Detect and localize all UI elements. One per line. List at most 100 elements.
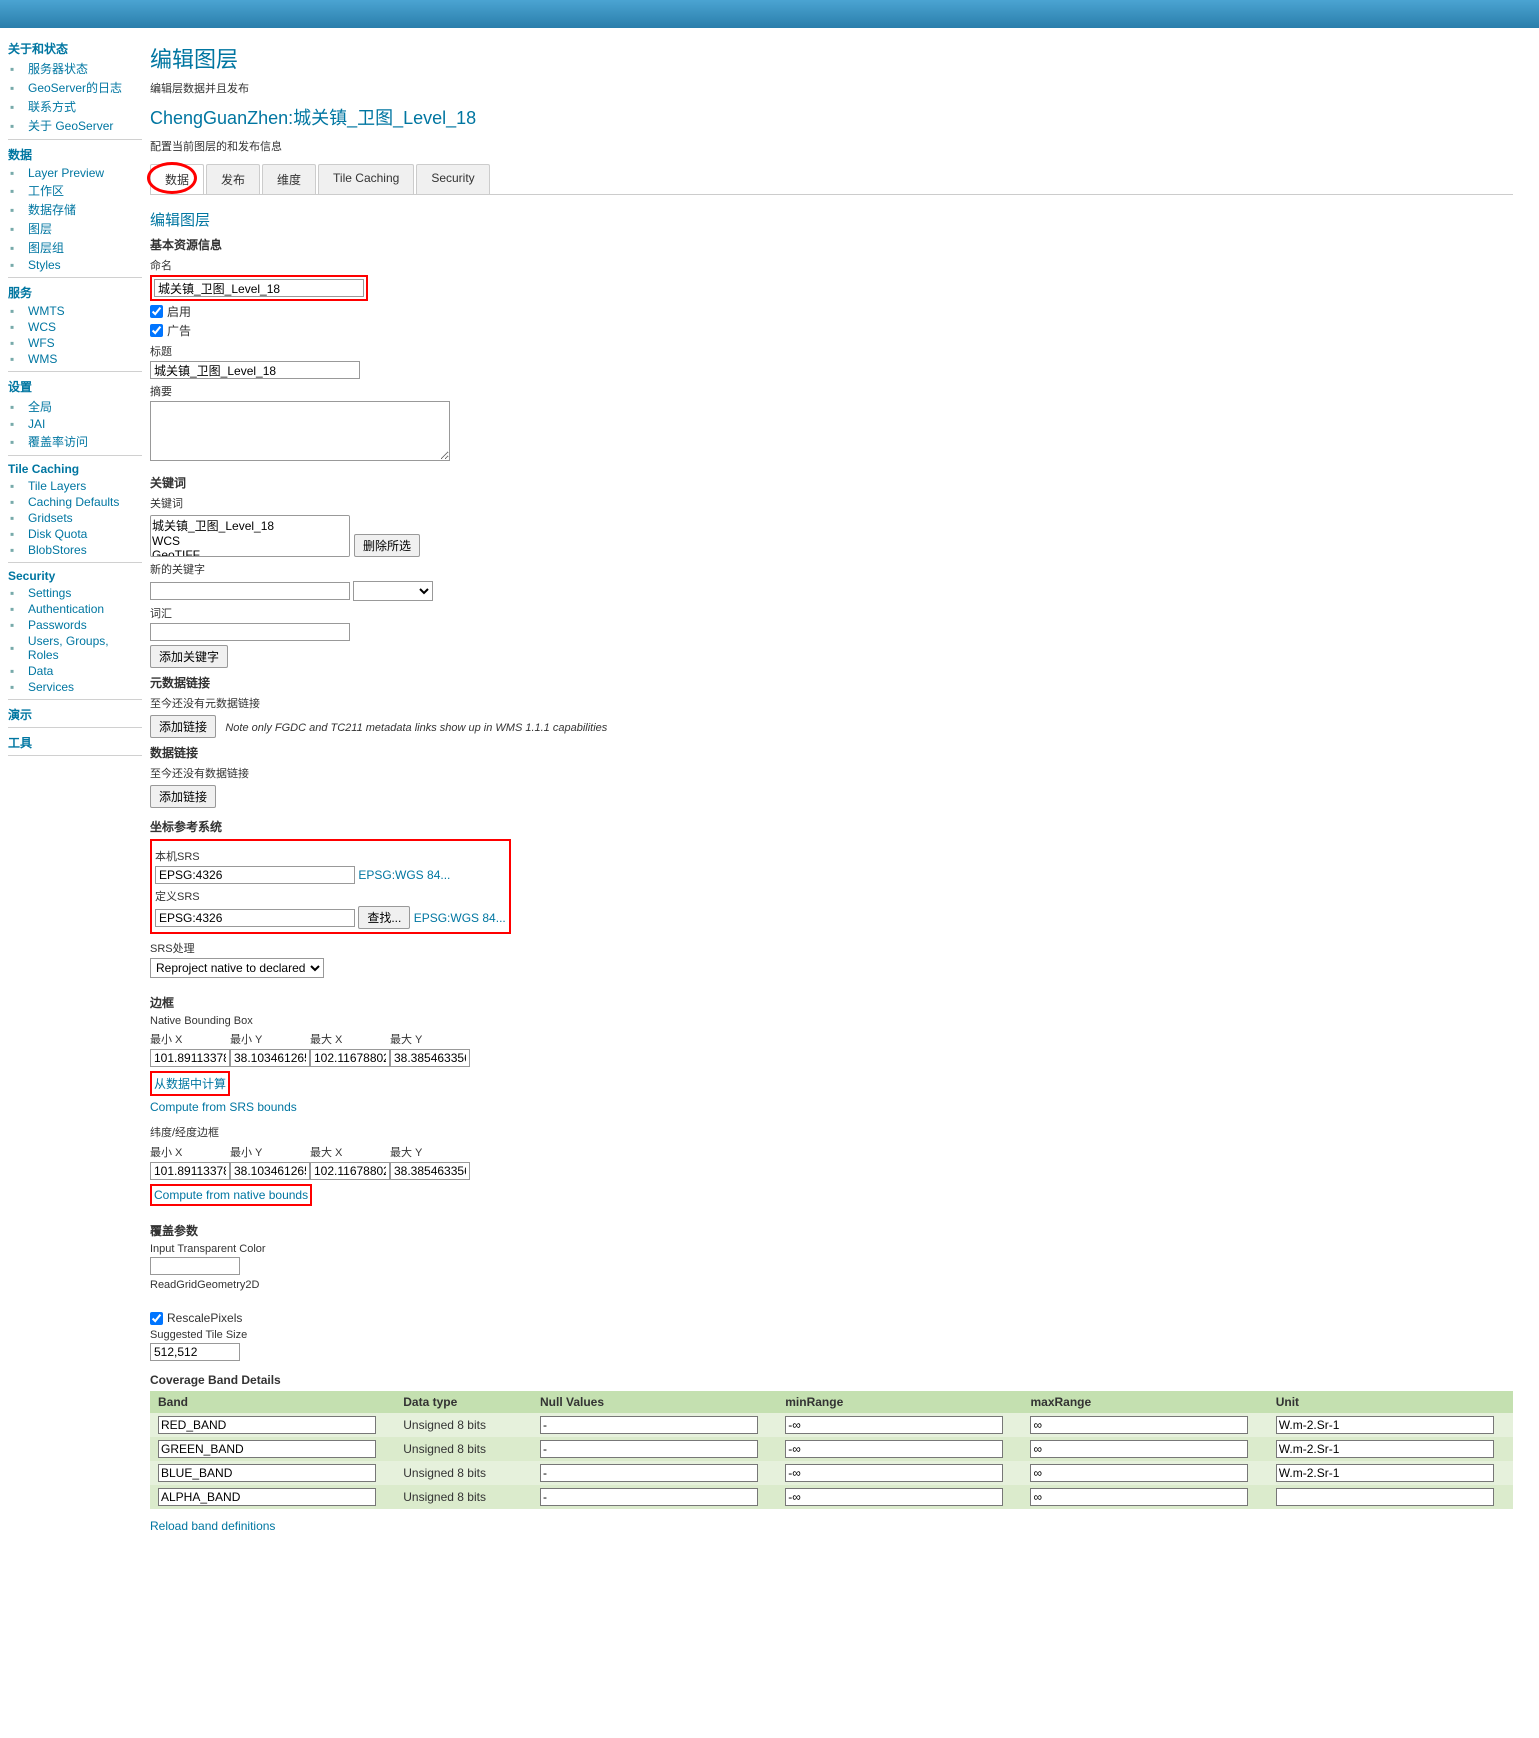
sidebar-link[interactable]: 数据存储 xyxy=(28,201,76,218)
latlon-minx-input[interactable] xyxy=(150,1162,230,1180)
sidebar-link[interactable]: JAI xyxy=(28,417,45,431)
sidebar-link[interactable]: 关于 GeoServer xyxy=(28,117,113,134)
sidebar-link[interactable]: Caching Defaults xyxy=(28,495,119,509)
sidebar-link[interactable]: Services xyxy=(28,680,74,694)
compute-from-native-link[interactable]: Compute from native bounds xyxy=(154,1188,308,1202)
native-srs-input[interactable] xyxy=(155,866,355,884)
band-null-input[interactable] xyxy=(540,1464,758,1482)
sidebar-link[interactable]: Users, Groups, Roles xyxy=(28,634,142,662)
compute-from-srs-link[interactable]: Compute from SRS bounds xyxy=(150,1100,297,1114)
sidebar-item[interactable]: ▪Gridsets xyxy=(8,510,142,526)
sidebar-item[interactable]: ▪Services xyxy=(8,679,142,695)
sidebar-link[interactable]: 联系方式 xyxy=(28,98,76,115)
native-maxx-input[interactable] xyxy=(310,1049,390,1067)
sidebar-item[interactable]: ▪BlobStores xyxy=(8,542,142,558)
sidebar-item[interactable]: ▪JAI xyxy=(8,416,142,432)
band-name-input[interactable] xyxy=(158,1464,376,1482)
input-transparent-input[interactable] xyxy=(150,1257,240,1275)
compute-from-data-link[interactable]: 从数据中计算 xyxy=(154,1077,226,1091)
sidebar-link[interactable]: Authentication xyxy=(28,602,104,616)
band-max-input[interactable] xyxy=(1030,1440,1248,1458)
sidebar-item[interactable]: ▪图层组 xyxy=(8,238,142,257)
sidebar-link[interactable]: 图层 xyxy=(28,220,52,237)
band-max-input[interactable] xyxy=(1030,1488,1248,1506)
band-null-input[interactable] xyxy=(540,1488,758,1506)
sidebar-link[interactable]: WCS xyxy=(28,320,56,334)
sidebar-item[interactable]: ▪Settings xyxy=(8,585,142,601)
band-unit-input[interactable] xyxy=(1276,1464,1494,1482)
sidebar-item[interactable]: ▪WMS xyxy=(8,351,142,367)
tab-security[interactable]: Security xyxy=(416,164,489,194)
sidebar-item[interactable]: ▪服务器状态 xyxy=(8,59,142,78)
sidebar-item[interactable]: ▪Data xyxy=(8,663,142,679)
sidebar-link[interactable]: Layer Preview xyxy=(28,166,104,180)
band-name-input[interactable] xyxy=(158,1488,376,1506)
sidebar-link[interactable]: Disk Quota xyxy=(28,527,87,541)
band-name-input[interactable] xyxy=(158,1440,376,1458)
band-unit-input[interactable] xyxy=(1276,1440,1494,1458)
band-name-input[interactable] xyxy=(158,1416,376,1434)
sidebar-link[interactable]: 覆盖率访问 xyxy=(28,433,88,450)
sidebar-link[interactable]: 服务器状态 xyxy=(28,60,88,77)
sidebar-link[interactable]: Passwords xyxy=(28,618,87,632)
declared-srs-link[interactable]: EPSG:WGS 84... xyxy=(414,911,506,925)
band-min-input[interactable] xyxy=(785,1488,1003,1506)
advertise-checkbox[interactable] xyxy=(150,324,163,337)
reload-bands-link[interactable]: Reload band definitions xyxy=(150,1519,275,1533)
band-unit-input[interactable] xyxy=(1276,1488,1494,1506)
keyword-language-select[interactable] xyxy=(353,581,433,601)
native-miny-input[interactable] xyxy=(230,1049,310,1067)
sidebar-item[interactable]: ▪Users, Groups, Roles xyxy=(8,633,142,663)
sidebar-item[interactable]: ▪Authentication xyxy=(8,601,142,617)
sidebar-link[interactable]: BlobStores xyxy=(28,543,87,557)
title-input[interactable] xyxy=(150,361,360,379)
sidebar-item[interactable]: ▪数据存储 xyxy=(8,200,142,219)
latlon-miny-input[interactable] xyxy=(230,1162,310,1180)
sidebar-link[interactable]: WFS xyxy=(28,336,55,350)
sidebar-link[interactable]: WMS xyxy=(28,352,57,366)
suggested-tile-input[interactable] xyxy=(150,1343,240,1361)
sidebar-link[interactable]: Settings xyxy=(28,586,71,600)
sidebar-section-demo[interactable]: 演示 xyxy=(8,706,142,723)
abstract-textarea[interactable] xyxy=(150,401,450,461)
sidebar-item[interactable]: ▪Tile Layers xyxy=(8,478,142,494)
sidebar-item[interactable]: ▪关于 GeoServer xyxy=(8,116,142,135)
tab-publish[interactable]: 发布 xyxy=(206,164,260,194)
band-min-input[interactable] xyxy=(785,1440,1003,1458)
band-null-input[interactable] xyxy=(540,1440,758,1458)
tab-dimension[interactable]: 维度 xyxy=(262,164,316,194)
sidebar-item[interactable]: ▪工作区 xyxy=(8,181,142,200)
sidebar-section-tools[interactable]: 工具 xyxy=(8,734,142,751)
native-minx-input[interactable] xyxy=(150,1049,230,1067)
tab-data[interactable]: 数据 xyxy=(150,164,204,194)
sidebar-item[interactable]: ▪Caching Defaults xyxy=(8,494,142,510)
sidebar-item[interactable]: ▪WMTS xyxy=(8,303,142,319)
sidebar-link[interactable]: Data xyxy=(28,664,53,678)
sidebar-item[interactable]: ▪Disk Quota xyxy=(8,526,142,542)
name-input[interactable] xyxy=(154,279,364,297)
band-max-input[interactable] xyxy=(1030,1416,1248,1434)
sidebar-item[interactable]: ▪联系方式 xyxy=(8,97,142,116)
sidebar-item[interactable]: ▪图层 xyxy=(8,219,142,238)
vocabulary-input[interactable] xyxy=(150,623,350,641)
native-maxy-input[interactable] xyxy=(390,1049,470,1067)
sidebar-item[interactable]: ▪WFS xyxy=(8,335,142,351)
new-keyword-input[interactable] xyxy=(150,582,350,600)
keywords-select[interactable]: 城关镇_卫图_Level_18WCSGeoTIFF xyxy=(150,515,350,557)
sidebar-item[interactable]: ▪Passwords xyxy=(8,617,142,633)
latlon-maxx-input[interactable] xyxy=(310,1162,390,1180)
declared-srs-input[interactable] xyxy=(155,909,355,927)
find-srs-button[interactable]: 查找... xyxy=(358,906,410,929)
rescale-checkbox[interactable] xyxy=(150,1312,163,1325)
srs-handling-select[interactable]: Reproject native to declared xyxy=(150,958,324,978)
add-metadata-link-button[interactable]: 添加链接 xyxy=(150,715,216,738)
sidebar-item[interactable]: ▪全局 xyxy=(8,397,142,416)
sidebar-link[interactable]: Gridsets xyxy=(28,511,73,525)
sidebar-item[interactable]: ▪覆盖率访问 xyxy=(8,432,142,451)
remove-keyword-button[interactable]: 删除所选 xyxy=(354,534,420,557)
sidebar-link[interactable]: WMTS xyxy=(28,304,65,318)
add-data-link-button[interactable]: 添加链接 xyxy=(150,785,216,808)
band-max-input[interactable] xyxy=(1030,1464,1248,1482)
enable-checkbox[interactable] xyxy=(150,305,163,318)
sidebar-link[interactable]: GeoServer的日志 xyxy=(28,79,122,96)
